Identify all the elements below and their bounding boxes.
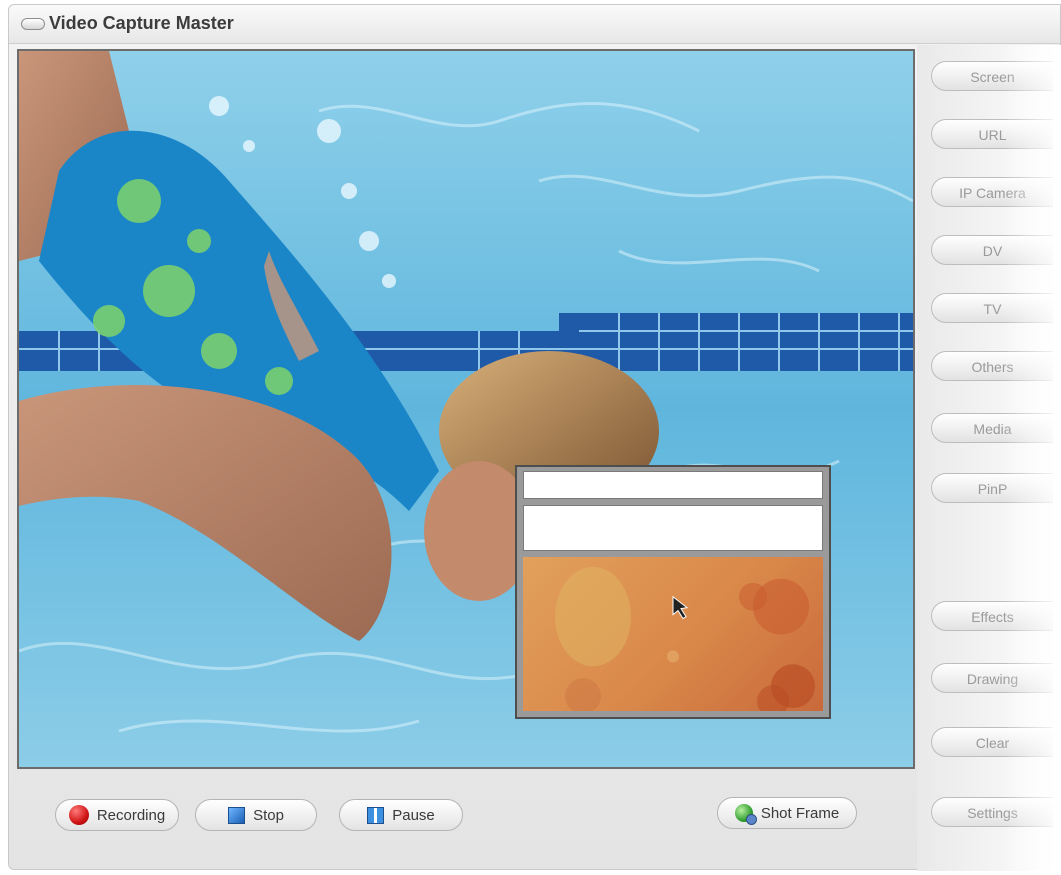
window-title: Video Capture Master [49, 13, 234, 33]
recording-button[interactable]: Recording [55, 799, 179, 831]
video-preview[interactable] [17, 49, 915, 769]
sidebar-item-tv[interactable]: TV [931, 293, 1053, 323]
sidebar-item-ip-camera[interactable]: IP Camera [931, 177, 1053, 207]
app-window: Video Capture Master Screen URL IP Camer… [8, 4, 1061, 871]
title-bar: Video Capture Master [9, 5, 1060, 44]
pause-button[interactable]: Pause [339, 799, 463, 831]
stop-label: Stop [253, 806, 284, 824]
pip-image [555, 566, 815, 711]
pause-icon [367, 806, 385, 824]
source-sidebar: Screen URL IP Camera DV TV Others Media … [917, 45, 1061, 871]
sidebar-item-screen[interactable]: Screen [931, 61, 1053, 91]
sidebar-item-settings[interactable]: Settings [931, 797, 1053, 827]
capture-controls: Recording Stop Pause Shot Frame [17, 777, 915, 863]
pip-video-content [523, 557, 823, 711]
sidebar-item-pinp[interactable]: PinP [931, 473, 1053, 503]
pause-label: Pause [392, 806, 435, 824]
sidebar-item-clear[interactable]: Clear [931, 727, 1053, 757]
record-dot-icon [68, 805, 89, 825]
stop-button[interactable]: Stop [195, 799, 317, 831]
sidebar-item-dv[interactable]: DV [931, 235, 1053, 265]
pip-toolbar [523, 505, 823, 551]
shot-frame-button[interactable]: Shot Frame [717, 797, 857, 829]
pip-overlay-window[interactable] [515, 465, 831, 719]
sidebar-item-drawing[interactable]: Drawing [931, 663, 1053, 693]
sidebar-item-others[interactable]: Others [931, 351, 1053, 381]
window-pill-icon[interactable] [21, 18, 45, 30]
shot-frame-label: Shot Frame [760, 804, 840, 822]
pip-title-bar [523, 471, 823, 499]
recording-label: Recording [96, 806, 166, 824]
sidebar-item-url[interactable]: URL [931, 119, 1053, 149]
sidebar-item-media[interactable]: Media [931, 413, 1053, 443]
sidebar-item-effects[interactable]: Effects [931, 601, 1053, 631]
stop-square-icon [228, 806, 246, 824]
camera-shot-icon [734, 804, 757, 825]
